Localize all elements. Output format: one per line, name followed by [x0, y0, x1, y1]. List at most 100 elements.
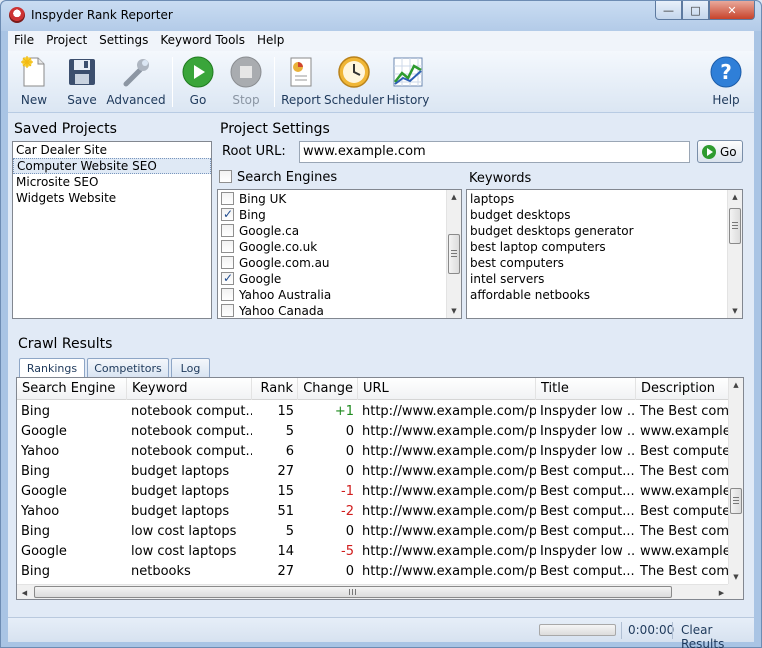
menu-help[interactable]: Help [251, 31, 290, 51]
search-engine-checkbox[interactable] [221, 206, 234, 222]
tab-log[interactable]: Log [171, 358, 210, 377]
table-cell: The Best comp [640, 464, 729, 479]
search-engine-item[interactable]: Yahoo Australia [218, 287, 461, 303]
table-row[interactable]: Yahoo budget laptops 51 -2 http://www.exampl… [17, 502, 729, 522]
column-header-change[interactable]: Change [298, 378, 358, 400]
scrollbar-thumb[interactable] [729, 208, 741, 244]
go-button[interactable]: Go [178, 55, 218, 111]
table-cell: 6 [285, 444, 294, 459]
search-engine-item[interactable]: Yahoo Canada [218, 303, 461, 318]
table-cell: 0 [345, 444, 354, 459]
scheduler-button[interactable]: Scheduler [324, 55, 384, 111]
scroll-down-arrow-icon[interactable]: ▼ [728, 304, 742, 318]
close-button[interactable]: ✕ [709, 1, 755, 20]
search-engine-checkbox[interactable] [221, 288, 234, 301]
column-header-url[interactable]: URL [358, 378, 536, 400]
title-bar[interactable]: Inspyder Rank Reporter — □ ✕ [1, 1, 761, 31]
keyword-line[interactable]: budget desktops [467, 207, 742, 223]
table-row[interactable]: Bing budget laptops 27 0 http://www.example.… [17, 462, 729, 482]
menu-project[interactable]: Project [40, 31, 93, 51]
menu-file[interactable]: File [8, 31, 40, 51]
maximize-button[interactable]: □ [682, 1, 709, 20]
table-row[interactable]: Bing low cost laptops 5 0 http://www.example… [17, 522, 729, 542]
project-item-selected[interactable]: Computer Website SEO [13, 158, 211, 174]
scroll-up-arrow-icon[interactable]: ▲ [447, 190, 461, 204]
table-row[interactable]: Google notebook comput... 5 0 http://www.exa… [17, 422, 729, 442]
search-engine-item[interactable]: Google.com.au [218, 255, 461, 271]
search-engine-item[interactable]: Google [218, 270, 461, 287]
project-item[interactable]: Widgets Website [13, 190, 211, 206]
keyword-line[interactable]: intel servers [467, 271, 742, 287]
menu-keyword-tools[interactable]: Keyword Tools [154, 31, 251, 51]
search-engine-checkbox[interactable] [221, 256, 234, 269]
search-engine-checkbox[interactable] [221, 240, 234, 253]
search-engine-checkbox[interactable] [221, 304, 234, 317]
report-button[interactable]: Report [280, 55, 322, 111]
scroll-right-arrow-icon[interactable]: ▶ [714, 585, 729, 599]
elapsed-time: 0:00:00 [628, 623, 675, 637]
project-item[interactable]: Microsite SEO [13, 174, 211, 190]
keyword-line[interactable]: best laptop computers [467, 239, 742, 255]
column-header-search-engine[interactable]: Search Engine [17, 378, 127, 400]
project-item[interactable]: Car Dealer Site [13, 142, 211, 158]
scroll-up-arrow-icon[interactable]: ▲ [729, 378, 743, 392]
table-cell: http://www.example.com/p... [362, 444, 536, 459]
scroll-down-arrow-icon[interactable]: ▼ [447, 304, 461, 318]
column-header-rank[interactable]: Rank [252, 378, 298, 400]
table-row[interactable]: Yahoo notebook comput... 6 0 http://www.exam… [17, 442, 729, 462]
scroll-left-arrow-icon[interactable]: ◀ [17, 585, 32, 599]
scrollbar-thumb[interactable] [448, 234, 460, 274]
tab-rankings[interactable]: Rankings [19, 358, 85, 378]
history-button[interactable]: History [386, 55, 430, 111]
table-row[interactable]: Bing notebook comput... 15 +1 http://www.exa… [17, 402, 729, 422]
save-button[interactable]: Save [62, 55, 102, 111]
table-horizontal-scrollbar[interactable]: ◀ ▶ [17, 584, 729, 599]
column-header-keyword[interactable]: Keyword [127, 378, 252, 400]
menu-settings[interactable]: Settings [93, 31, 154, 51]
rankings-table[interactable]: Search Engine Keyword Rank Change URL Title De… [16, 377, 744, 600]
table-cell: Bing [21, 564, 51, 579]
table-cell: -2 [341, 504, 354, 519]
stop-button[interactable]: Stop [226, 55, 266, 111]
table-cell: Best comput... [540, 504, 635, 519]
search-engine-item[interactable]: Google.co.uk [218, 239, 461, 255]
table-cell: Best comput... [540, 524, 635, 539]
scroll-grip-icon [451, 250, 457, 258]
search-engines-scrollbar[interactable]: ▲ ▼ [446, 190, 461, 318]
scrollbar-thumb[interactable] [730, 488, 742, 514]
column-header-title[interactable]: Title [536, 378, 636, 400]
new-button[interactable]: New [14, 55, 54, 111]
search-engine-item[interactable]: Google.ca [218, 223, 461, 239]
minimize-button[interactable]: — [655, 1, 682, 20]
tab-competitors[interactable]: Competitors [87, 358, 169, 377]
keyword-line[interactable]: best computers [467, 255, 742, 271]
clear-results-link[interactable]: Clear Results [681, 623, 754, 648]
keywords-textarea[interactable]: laptops budget desktops budget desktops ge… [466, 189, 743, 319]
scroll-down-arrow-icon[interactable]: ▼ [729, 570, 743, 584]
table-row[interactable]: Bing netbooks 27 0 http://www.example.com/p.… [17, 562, 729, 582]
keywords-scrollbar[interactable]: ▲ ▼ [727, 190, 742, 318]
table-cell: Yahoo [21, 444, 60, 459]
table-cell: Bing [21, 404, 51, 419]
keyword-line[interactable]: affordable netbooks [467, 287, 742, 303]
search-engine-checkbox[interactable] [221, 270, 234, 286]
advanced-button[interactable]: Advanced [106, 55, 166, 111]
root-url-go-button[interactable]: Go [697, 140, 743, 163]
saved-projects-list[interactable]: Car Dealer Site Computer Website SEO Mic… [12, 141, 212, 319]
keyword-line[interactable]: budget desktops generator [467, 223, 742, 239]
search-engine-checkbox[interactable] [221, 224, 234, 237]
keyword-line[interactable]: laptops [467, 191, 742, 207]
search-engines-list[interactable]: Bing UK Bing Google.ca Google.co.uk Google.c… [217, 189, 462, 319]
select-all-engines-checkbox[interactable] [219, 170, 232, 183]
scroll-up-arrow-icon[interactable]: ▲ [728, 190, 742, 204]
search-engine-checkbox[interactable] [221, 192, 234, 205]
table-vertical-scrollbar[interactable]: ▲ ▼ [728, 378, 743, 584]
search-engine-item[interactable]: Bing [218, 206, 461, 223]
table-row[interactable]: Google budget laptops 15 -1 http://www.examp… [17, 482, 729, 502]
root-url-input[interactable]: www.example.com [299, 141, 690, 163]
help-button[interactable]: ? Help [706, 55, 746, 111]
column-header-description[interactable]: Description [636, 378, 729, 400]
search-engine-item[interactable]: Bing UK [218, 191, 461, 207]
horizontal-scrollbar-thumb[interactable] [34, 586, 672, 598]
table-row[interactable]: Google low cost laptops 14 -5 http://www.exa… [17, 542, 729, 562]
